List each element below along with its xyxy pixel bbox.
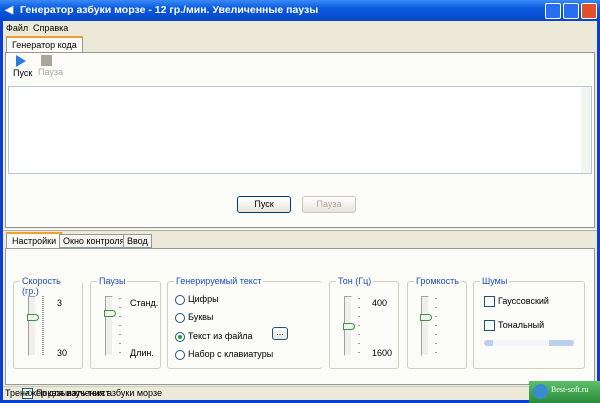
watermark-logo: Best-soft.ru [529, 381, 600, 403]
checkbox-icon [484, 320, 495, 332]
radio-letters[interactable]: Буквы [175, 312, 213, 323]
radio-icon [175, 312, 185, 323]
tab-monitor[interactable]: Окно контроля [59, 234, 129, 248]
text-area[interactable] [8, 86, 592, 174]
toolbar-pause-label: Пауза [38, 67, 64, 77]
generated-label: Генерируемый текст [174, 276, 264, 286]
noise-label: Шумы [480, 276, 510, 286]
tone-slider-thumb[interactable] [343, 323, 355, 330]
speed-label: Скорость (гр.) [20, 276, 82, 296]
tone-label: Тон (Гц) [336, 276, 374, 286]
speed-max: 30 [57, 348, 68, 358]
title-bar: ◀ Генератор азбуки морзе - 12 гр./мин. Ув… [0, 0, 600, 21]
globe-icon [533, 384, 548, 399]
menu-help[interactable]: Справка [33, 23, 68, 33]
generator-panel: Пуск Пауза Пуск Пауза [5, 52, 595, 228]
pauses-group: Паузы Станд. Длин. [90, 276, 161, 369]
toolbar-pause-button[interactable]: Пауза [38, 55, 63, 77]
toolbar-start-label: Пуск [13, 68, 33, 78]
toolbar-start-button[interactable]: Пуск [13, 55, 32, 78]
speed-slider[interactable] [28, 296, 36, 356]
radio-label: Цифры [188, 294, 219, 304]
speed-min: 3 [57, 298, 63, 308]
tab-settings[interactable]: Настройки [6, 232, 63, 248]
tonal-label: Тональный [498, 320, 545, 330]
gaussian-label: Гауссовский [498, 296, 549, 306]
tone-ticks [358, 298, 360, 356]
settings-panel: Скорость (гр.) 3 30 Паузы Станд. Длин. Г… [5, 248, 595, 400]
menu-file[interactable]: Файл [6, 23, 28, 33]
splitter[interactable] [3, 229, 597, 231]
radio-digits[interactable]: Цифры [175, 294, 219, 305]
radio-icon [175, 331, 185, 342]
stop-icon [41, 55, 52, 66]
maximize-button[interactable] [563, 3, 579, 19]
tab-code-generator[interactable]: Генератор кода [6, 36, 83, 52]
pauses-slider-thumb[interactable] [104, 310, 116, 317]
noise-group: Шумы Гауссовский Тональный [473, 276, 585, 369]
scrollbar[interactable] [581, 87, 591, 173]
gaussian-checkbox[interactable]: Гауссовский [484, 296, 549, 308]
volume-label: Громкость [414, 276, 461, 286]
pause-button[interactable]: Пауза [302, 196, 356, 213]
tone-max: 1600 [372, 348, 393, 358]
tonal-checkbox[interactable]: Тональный [484, 320, 545, 332]
radio-icon [175, 294, 185, 305]
volume-ticks [435, 298, 437, 356]
speed-ticks [42, 296, 44, 356]
tone-group: Тон (Гц) 400 1600 [329, 276, 399, 369]
start-button[interactable]: Пуск [237, 196, 291, 213]
noise-level-slider[interactable] [484, 340, 574, 346]
main-window: Файл Справка Генератор кода Пуск Пауза П… [3, 21, 597, 400]
speed-slider-thumb[interactable] [27, 314, 39, 321]
status-bar: Тренажер для изучения азбуки морзе [3, 386, 597, 400]
radio-label: Текст из файла [188, 331, 253, 341]
radio-keyboard[interactable]: Набор с клавиатуры [175, 349, 273, 360]
tone-min: 400 [372, 298, 388, 308]
pauses-label: Паузы [97, 276, 128, 286]
generated-text-group: Генерируемый текст Цифры Буквы Текст из … [167, 276, 322, 369]
radio-icon [175, 349, 185, 360]
close-button[interactable] [581, 3, 597, 19]
status-text: Тренажер для изучения азбуки морзе [5, 388, 162, 398]
minimize-button[interactable] [545, 3, 561, 19]
app-icon: ◀ [5, 4, 14, 16]
pauses-max: Длин. [130, 348, 154, 358]
speed-group: Скорость (гр.) 3 30 [13, 276, 83, 369]
volume-slider[interactable] [421, 296, 429, 356]
pauses-min: Станд. [130, 298, 159, 308]
browse-button[interactable]: ... [272, 327, 288, 340]
pauses-slider[interactable] [105, 296, 113, 356]
volume-slider-thumb[interactable] [420, 314, 432, 321]
play-icon [16, 55, 26, 67]
window-title: Генератор азбуки морзе - 12 гр./мин. Уве… [20, 4, 319, 16]
radio-label: Буквы [188, 312, 214, 322]
pauses-ticks [119, 298, 121, 356]
radio-label: Набор с клавиатуры [188, 349, 274, 359]
checkbox-icon [484, 296, 495, 308]
volume-group: Громкость [407, 276, 467, 369]
radio-text-from-file[interactable]: Текст из файла [175, 331, 253, 342]
tab-input[interactable]: Ввод [123, 234, 152, 248]
